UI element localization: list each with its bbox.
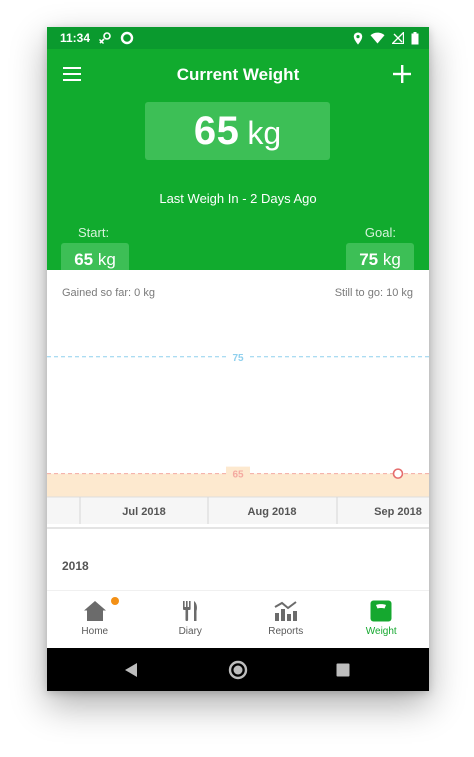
- current-weight-value: 65: [193, 109, 240, 153]
- start-label: Start:: [78, 225, 110, 240]
- nav-diary-label: Diary: [178, 626, 202, 637]
- scale-icon: [370, 600, 392, 622]
- x-tick-label-2: Sep 2018: [374, 506, 422, 518]
- data-point-0: [392, 468, 404, 479]
- current-weight-unit: kg: [247, 115, 282, 151]
- signal-icon: [392, 32, 404, 44]
- current-weight-display[interactable]: 65 kg: [145, 102, 330, 160]
- home-notification-dot: [111, 597, 119, 605]
- nav-reports[interactable]: Reports: [238, 591, 334, 648]
- ring-icon: [120, 31, 134, 45]
- reference-label-75: 75: [232, 353, 244, 364]
- home-button-icon[interactable]: [228, 660, 248, 680]
- nav-diary[interactable]: Diary: [143, 591, 239, 648]
- fork-knife-icon: [183, 601, 198, 621]
- goal-label: Goal:: [364, 225, 396, 240]
- back-icon[interactable]: [124, 662, 138, 678]
- current-weight-header: Current Weight 65 kg Last Weigh In - 2 Da…: [47, 49, 429, 277]
- nav-weight-label: Weight: [365, 626, 397, 637]
- nav-weight[interactable]: Weight: [334, 591, 430, 648]
- start-weight-value: 65: [74, 250, 94, 269]
- nav-reports-label: Reports: [268, 626, 304, 637]
- nav-home-label: Home: [81, 626, 109, 637]
- location-icon: [353, 32, 363, 44]
- last-weigh-in-text: Last Weigh In - 2 Days Ago: [159, 191, 317, 206]
- history-year-heading: 2018: [62, 559, 89, 573]
- x-tick-label-0: Jul 2018: [122, 506, 165, 518]
- recents-icon[interactable]: [336, 663, 350, 677]
- status-time: 11:34: [60, 31, 91, 45]
- battery-icon: [411, 31, 419, 44]
- weight-chart-area[interactable]: Gained so far: 0 kg Still to go: 10 kg 7…: [47, 270, 429, 527]
- bar-chart-icon: [274, 601, 297, 621]
- goal-weight-unit: kg: [382, 250, 401, 269]
- page-title: Current Weight: [176, 65, 300, 84]
- history-section: 2018: [47, 527, 429, 590]
- phone-screen: 11:34 Current Weight 65 kg Last Weigh In…: [47, 27, 429, 691]
- wifi-icon: [370, 32, 385, 44]
- x-axis-strip: [47, 497, 429, 524]
- weight-chart[interactable]: 75 65 Jul 2018 Aug 2018 Sep 2018: [47, 270, 429, 527]
- reference-label-65: 65: [232, 470, 244, 481]
- goal-weight-value: 75: [359, 250, 379, 269]
- home-icon: [83, 601, 106, 621]
- add-icon[interactable]: [391, 63, 413, 85]
- status-bar: 11:34: [47, 27, 429, 49]
- start-weight-unit: kg: [97, 250, 116, 269]
- nav-home[interactable]: Home: [47, 591, 143, 648]
- x-tick-label-1: Aug 2018: [248, 506, 297, 518]
- system-navigation-bar: [47, 648, 429, 691]
- satellite-icon: [99, 32, 111, 44]
- bottom-navigation: Home Diary Reports Weight: [47, 590, 429, 648]
